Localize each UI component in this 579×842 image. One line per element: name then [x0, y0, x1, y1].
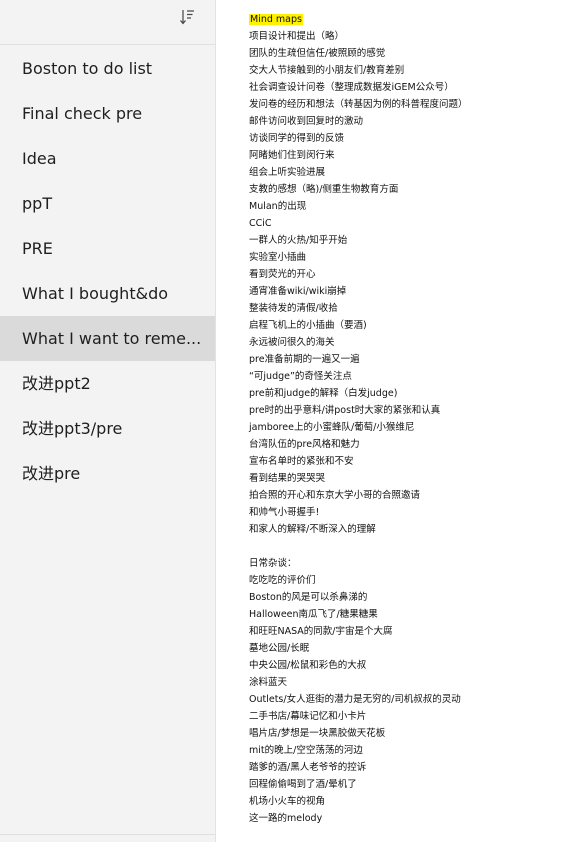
- note-list-item[interactable]: What I bought&do: [0, 271, 215, 316]
- note-line: 踏爹的酒/黑人老爷爷的控诉: [249, 762, 367, 773]
- note-line: 吃吃吃的评价们: [249, 575, 316, 586]
- note-line: pre准备前期的一遍又一遍: [249, 354, 360, 365]
- note-line: mit的晚上/空空荡荡的河边: [249, 745, 363, 756]
- note-list-item[interactable]: ppT: [0, 181, 215, 226]
- note-line: 实验室小插曲: [249, 252, 307, 263]
- note-line: 启程飞机上的小插曲（要酒): [249, 320, 367, 331]
- note-list-item[interactable]: 改进ppt2: [0, 361, 215, 406]
- note-line: pre时的出乎意料/讲post时大家的紧张和认真: [249, 405, 441, 416]
- sort-button[interactable]: [176, 6, 198, 28]
- note-line: Boston的风是可以杀鼻涕的: [249, 592, 368, 603]
- note-line: 一群人的火热/知乎开始: [249, 235, 348, 246]
- notes-sidebar: Boston to do list Final check pre Idea ppT P…: [0, 0, 216, 842]
- sidebar-bottom-divider: [0, 834, 215, 835]
- section-daily-lines: 吃吃吃的评价们 Boston的风是可以杀鼻涕的 Halloween南瓜飞了/糖果糖果…: [249, 572, 569, 827]
- note-line: jamboree上的小蜜蜂队/葡萄/小猴维尼: [249, 422, 415, 433]
- note-line: 回程偷偷喝到了酒/晕机了: [249, 779, 357, 790]
- note-line: 墓地公园/长眠: [249, 643, 310, 654]
- note-list-item[interactable]: Idea: [0, 136, 215, 181]
- note-line: 唱片店/梦想是一块黑胶做天花板: [249, 728, 386, 739]
- section-project-lines: 项目设计和提出（略） 团队的生疏但信任/被照顾的感觉交大人节接触到的小朋友们/教育…: [249, 28, 569, 538]
- note-line: 整装待发的清假/收拾: [249, 303, 338, 314]
- note-line: 宣布名单时的紧张和不安: [249, 456, 354, 467]
- note-line: Outlets/女人逛街的潜力是无穷的/司机叔叔的灵动: [249, 694, 461, 705]
- sort-lines-icon: [180, 10, 194, 25]
- note-line: 看到荧光的开心: [249, 269, 316, 280]
- note-line: 看到结果的哭哭哭: [249, 473, 326, 484]
- section2-title: 日常杂谈：: [249, 558, 297, 569]
- note-line: Mulan的出现: [249, 201, 307, 212]
- note-content[interactable]: Mind maps 项目设计和提出（略） 团队的生疏但信任/被照顾的感觉交大人节接…: [249, 11, 569, 827]
- note-line: 机场小火车的视角: [249, 796, 326, 807]
- note-line: 通宵准备wiki/wiki崩掉: [249, 286, 347, 297]
- note-line: 团队的生疏但信任/被照顾的感觉: [249, 48, 386, 59]
- note-line: Halloween南瓜飞了/糖果糖果: [249, 609, 378, 620]
- note-line: 发问卷的经历和想法（转基因为例的科普程度问题）: [249, 99, 468, 110]
- note-line: 交大人节接触到的小朋友们/教育差别: [249, 65, 405, 76]
- note-heading-line: Mind maps: [249, 11, 569, 28]
- note-line: “可judge”的奇怪关注点: [249, 371, 352, 382]
- note-line: 组会上听实验进展: [249, 167, 326, 178]
- note-list-item[interactable]: PRE: [0, 226, 215, 271]
- note-line: CCiC: [249, 218, 272, 229]
- sidebar-header: [0, 0, 215, 45]
- note-list-item[interactable]: 改进ppt3/pre: [0, 406, 215, 451]
- note-line: 支教的感想（略)/侧重生物教育方面: [249, 184, 399, 195]
- note-line: 拍合照的开心和东京大学小哥的合照邀请: [249, 490, 421, 501]
- note-line: 邮件访问收到回复时的激动: [249, 116, 364, 127]
- note-line: 和旺旺NASA的同款/宇宙是个大腐: [249, 626, 393, 637]
- note-list-item[interactable]: What I want to reme...: [0, 316, 215, 361]
- note-heading: Mind maps: [249, 14, 303, 25]
- note-list-item[interactable]: Boston to do list: [0, 46, 215, 91]
- note-line: 这一路的melody: [249, 813, 323, 824]
- note-line: 社会调查设计问卷（整理成数据发iGEM公众号）: [249, 82, 454, 93]
- note-line: 涂料蓝天: [249, 677, 288, 688]
- note-line: 阿睹她们住到闵行来: [249, 150, 335, 161]
- note-list-item[interactable]: Final check pre: [0, 91, 215, 136]
- note-list: Boston to do list Final check pre Idea ppT P…: [0, 46, 215, 496]
- note-line: 和家人的解释/不断深入的理解: [249, 524, 376, 535]
- note-line: 访谈同学的得到的反馈: [249, 133, 345, 144]
- note-list-item[interactable]: 改进pre: [0, 451, 215, 496]
- note-line: 中央公园/松鼠和彩色的大叔: [249, 660, 367, 671]
- note-line: 二手书店/幕味记忆和小卡片: [249, 711, 367, 722]
- note-line: pre前和judge的解释（白发judge): [249, 388, 398, 399]
- note-line: 和帅气小哥握手!: [249, 507, 320, 518]
- note-line: 永远被问很久的海关: [249, 337, 335, 348]
- note-line: 台湾队伍的pre风格和魅力: [249, 439, 360, 450]
- note-line: 项目设计和提出（略）: [249, 31, 345, 42]
